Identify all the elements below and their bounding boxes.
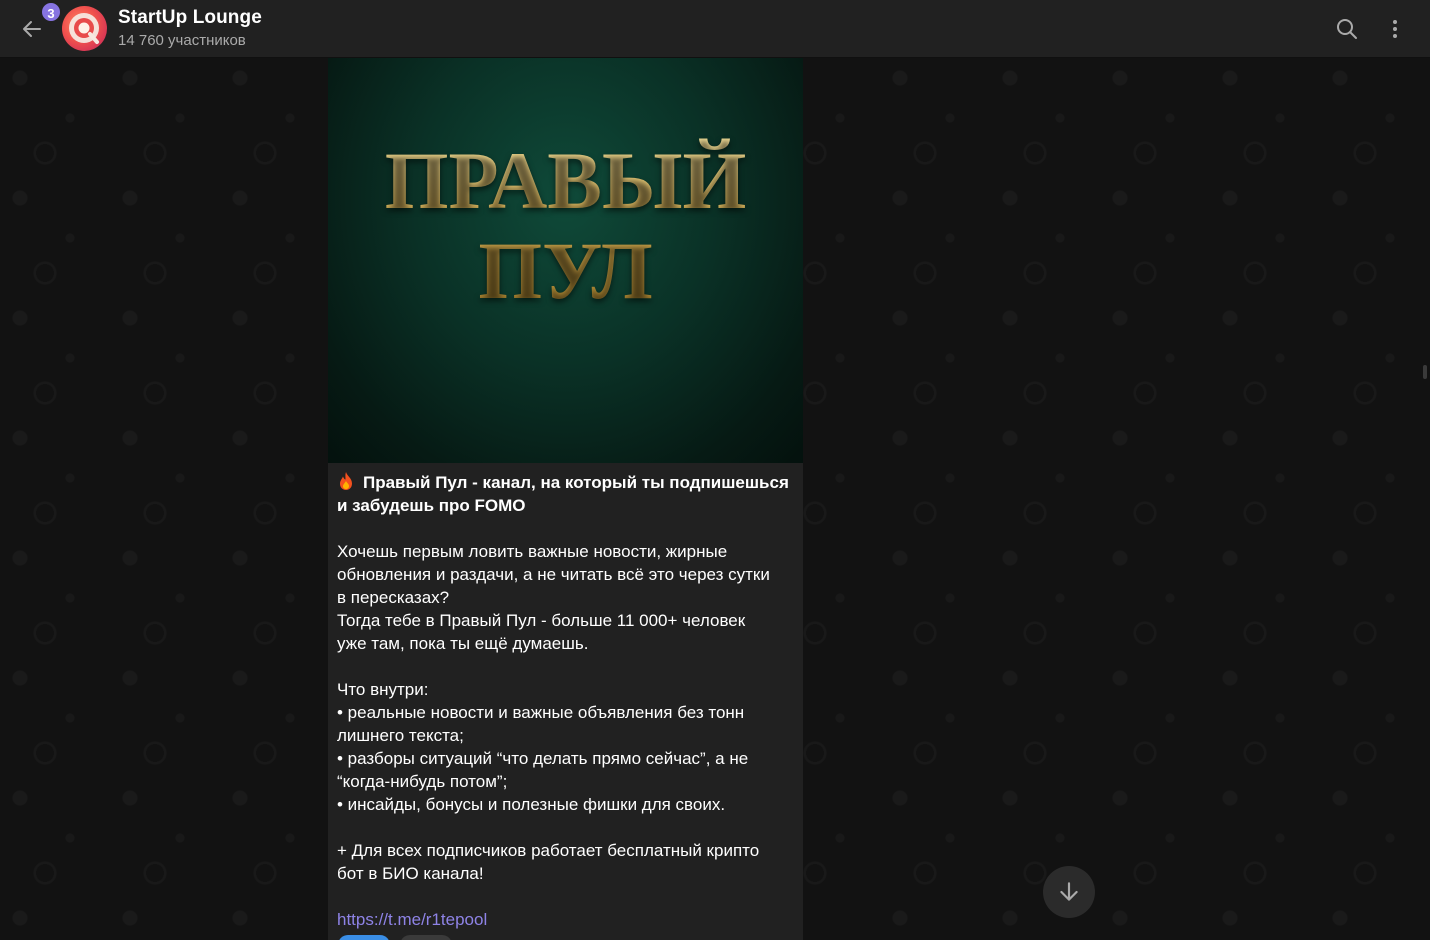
search-icon	[1337, 19, 1357, 39]
avatar-logo-icon	[69, 13, 99, 44]
para1-line-1: Хочешь первым ловить важные новости, жир…	[337, 542, 728, 561]
features-title: Что внутри:	[337, 680, 429, 699]
feature-1-line-2: лишнего текста;	[337, 726, 464, 745]
feature-1-line-1: • реальные новости и важные объявления б…	[337, 703, 745, 722]
search-button[interactable]	[1330, 12, 1364, 46]
reactions-row	[338, 935, 458, 940]
scroll-to-bottom-button[interactable]	[1043, 866, 1095, 918]
para1-line-3: в пересказах?	[337, 588, 450, 607]
headline-line-2: и забудешь про FOMO	[337, 496, 526, 515]
fire-emoji-icon	[340, 472, 352, 490]
para2-line-2: уже там, пока ты ещё думаешь.	[337, 634, 589, 653]
channel-link[interactable]: https://t.me/r1tepool	[337, 910, 487, 929]
chat-title[interactable]: StartUp Lounge	[118, 7, 262, 29]
feature-3: • инсайды, бонусы и полезные фишки для с…	[337, 795, 726, 814]
arrow-left-icon	[23, 21, 41, 37]
post-paragraph-1: Хочешь первым ловить важные новости, жир…	[337, 540, 794, 655]
post-headline: Правый Пул - канал, на который ты подпиш…	[337, 471, 794, 517]
channel-post: ПРАВЫЙ ПУЛ Правый Пул - канал, на которы…	[328, 58, 803, 940]
promo-line-2: бот в БИО канала!	[337, 864, 484, 883]
more-menu-button[interactable]	[1378, 12, 1412, 46]
post-promo: + Для всех подписчиков работает бесплатн…	[337, 839, 794, 885]
chat-header: 3 StartUp Lounge 14 760 участников	[0, 0, 1430, 58]
reaction-chip[interactable]	[338, 935, 390, 940]
scrollbar-thumb[interactable]	[1423, 365, 1427, 379]
arrow-down-icon	[1060, 882, 1078, 901]
reaction-chip[interactable]	[400, 935, 453, 940]
post-image-title: ПРАВЫЙ ПУЛ	[328, 136, 803, 316]
post-image[interactable]: ПРАВЫЙ ПУЛ	[328, 58, 803, 463]
member-count: 14 760 участников	[118, 32, 246, 49]
feature-2-line-1: • разборы ситуаций “что делать прямо сей…	[337, 749, 749, 768]
para1-line-2: обновления и раздачи, а не читать всё эт…	[337, 565, 770, 584]
chat-avatar[interactable]	[62, 6, 107, 51]
headline-line-1: Правый Пул - канал, на который ты подпиш…	[363, 473, 789, 492]
post-link-paragraph: https://t.me/r1tepool	[337, 908, 794, 931]
para2-line-1: Тогда тебе в Правый Пул - больше 11 000+…	[337, 611, 746, 630]
unread-count-badge: 3	[40, 1, 62, 23]
promo-line-1: + Для всех подписчиков работает бесплатн…	[337, 841, 760, 860]
post-text: Правый Пул - канал, на который ты подпиш…	[328, 463, 803, 931]
more-vertical-icon	[1393, 20, 1397, 38]
feature-2-line-2: “когда-нибудь потом”;	[337, 772, 508, 791]
post-features-list: Что внутри: • реальные новости и важные …	[337, 678, 794, 816]
